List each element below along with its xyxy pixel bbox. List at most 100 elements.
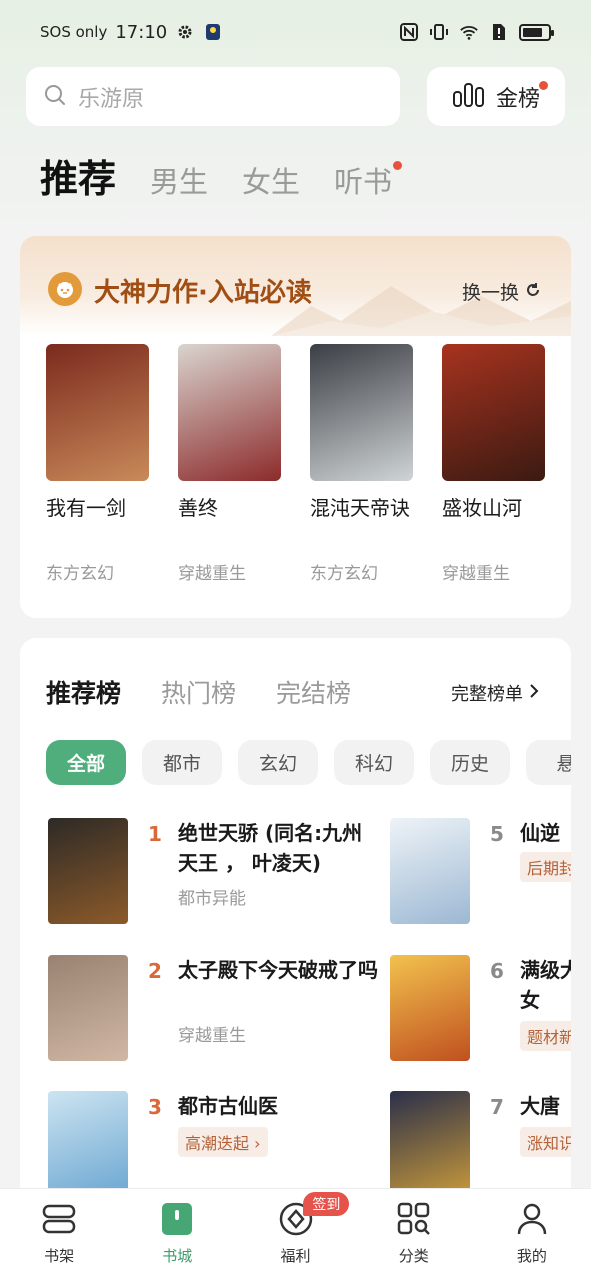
featured-title: 大神力作·入站必读 <box>94 278 312 308</box>
gold-rank-button[interactable]: 金榜 <box>427 67 565 126</box>
battery-icon <box>519 23 554 41</box>
list-item[interactable]: 2 太子殿下今天破戒了吗 穿越重生 <box>48 955 378 1065</box>
bottom-nav: 书架 书城 签到 福利 分类 我的 <box>0 1188 591 1280</box>
list-item[interactable]: 6 满级大 女 题材新 <box>390 955 571 1065</box>
featured-card: 大神力作·入站必读 换一换 我有一剑 东方玄幻 善终 穿越重生 混沌天帝诀 东方… <box>20 236 571 618</box>
chevron-right-icon: › <box>254 1134 261 1153</box>
profile-icon <box>514 1201 550 1237</box>
book-card[interactable]: 善终 穿越重生 <box>178 344 281 584</box>
book-cover[interactable] <box>48 818 128 924</box>
book-cover[interactable] <box>390 818 470 924</box>
book-cover[interactable] <box>178 344 281 481</box>
tab-recommend-rank[interactable]: 推荐榜 <box>46 674 121 710</box>
chip-all[interactable]: 全部 <box>46 740 126 785</box>
tab-recommend[interactable]: 推荐 <box>40 148 116 203</box>
chip-suspense[interactable]: 悬 <box>526 740 571 785</box>
tab-audiobook-label: 听书 <box>334 165 393 199</box>
list-item[interactable]: 1 绝世天骄 (同名:九州天王 ， 叶凌天) 都市异能 <box>48 818 378 928</box>
list-item[interactable]: 5 仙逆 后期封 <box>390 818 571 928</box>
tab-audiobook[interactable]: 听书 <box>334 159 403 201</box>
nav-bookstore[interactable]: 书城 <box>118 1189 236 1280</box>
assistant-icon <box>203 22 223 42</box>
book-cover[interactable] <box>310 344 413 481</box>
status-bar: SOS only 17:10 <box>0 0 591 64</box>
nav-welfare[interactable]: 签到 福利 <box>236 1189 354 1280</box>
nav-profile[interactable]: 我的 <box>473 1189 591 1280</box>
sim-alert-icon <box>489 22 509 42</box>
gold-rank-label: 金榜 <box>495 86 540 112</box>
book-card[interactable]: 盛妆山河 穿越重生 <box>442 344 545 584</box>
master-badge-icon <box>48 272 82 306</box>
book-title: 善终 <box>178 496 218 520</box>
book-card[interactable]: 混沌天帝诀 东方玄幻 <box>310 344 413 584</box>
rank-number: 7 <box>490 1095 504 1119</box>
chip-urban[interactable]: 都市 <box>142 740 222 785</box>
book-title: 绝世天骄 (同名:九州天王 ， 叶凌天) <box>178 821 363 875</box>
list-item[interactable]: 7 大唐 涨知识 <box>390 1091 571 1198</box>
ranking-tabs: 推荐榜 热门榜 完结榜 <box>46 674 351 710</box>
tab-female[interactable]: 女生 <box>242 159 300 201</box>
featured-header: 大神力作·入站必读 换一换 <box>20 236 571 336</box>
category-icon <box>396 1201 432 1237</box>
tag-pill[interactable]: 题材新 <box>520 1021 571 1051</box>
tag-pill[interactable]: 高潮迭起 › <box>178 1127 268 1157</box>
tab-finished-rank[interactable]: 完结榜 <box>276 674 351 710</box>
ranking-card: 推荐榜 热门榜 完结榜 完整榜单 全部 都市 玄幻 科幻 历史 悬 1 绝世天骄… <box>20 638 571 1198</box>
carrier-text: SOS only <box>40 23 108 41</box>
book-cover[interactable] <box>390 1091 470 1197</box>
category-chips: 全部 都市 玄幻 科幻 历史 悬 <box>46 740 571 785</box>
tab-male[interactable]: 男生 <box>150 159 208 201</box>
nfc-icon <box>399 22 419 42</box>
rank-number: 2 <box>148 959 162 983</box>
bookstore-icon <box>159 1201 195 1237</box>
tag-label: 涨知识 <box>527 1134 571 1153</box>
search-placeholder: 乐游原 <box>78 86 145 112</box>
swap-button[interactable]: 换一换 <box>462 278 541 305</box>
chip-fantasy[interactable]: 玄幻 <box>238 740 318 785</box>
tag-pill[interactable]: 涨知识 <box>520 1127 571 1157</box>
nav-bookshelf[interactable]: 书架 <box>0 1189 118 1280</box>
nav-label: 福利 <box>280 1247 311 1265</box>
notification-dot <box>539 81 548 90</box>
nav-label: 分类 <box>398 1247 429 1265</box>
full-list-link[interactable]: 完整榜单 <box>451 680 539 706</box>
chip-history[interactable]: 历史 <box>430 740 510 785</box>
vibrate-icon <box>429 22 449 42</box>
top-tabs: 推荐 男生 女生 听书 <box>40 148 426 203</box>
chip-scifi[interactable]: 科幻 <box>334 740 414 785</box>
book-title: 大唐 <box>520 1094 560 1118</box>
book-genre: 都市异能 <box>178 889 246 909</box>
tab-hot-rank[interactable]: 热门榜 <box>161 674 236 710</box>
book-title: 混沌天帝诀 <box>310 496 410 520</box>
rank-number: 1 <box>148 822 162 846</box>
book-cover[interactable] <box>442 344 545 481</box>
tag-label: 题材新 <box>527 1028 571 1047</box>
book-card[interactable]: 我有一剑 东方玄幻 <box>46 344 149 584</box>
tag-pill[interactable]: 后期封 <box>520 852 571 882</box>
featured-book-row: 我有一剑 东方玄幻 善终 穿越重生 混沌天帝诀 东方玄幻 盛妆山河 穿越重生 <box>46 344 545 584</box>
status-right <box>399 22 554 42</box>
nav-label: 书架 <box>44 1247 75 1265</box>
book-cover[interactable] <box>48 955 128 1061</box>
rank-number: 3 <box>148 1095 162 1119</box>
clock: 17:10 <box>115 21 168 43</box>
sign-in-badge[interactable]: 签到 <box>303 1192 350 1216</box>
bar-chart-icon <box>452 82 486 112</box>
book-title-line: 女 <box>520 988 540 1012</box>
nav-category[interactable]: 分类 <box>355 1189 473 1280</box>
book-genre: 穿越重生 <box>178 564 246 584</box>
nav-label: 书城 <box>162 1247 193 1265</box>
book-genre: 穿越重生 <box>442 564 510 584</box>
book-title-line: 满级大 <box>520 958 571 982</box>
book-cover[interactable] <box>48 1091 128 1197</box>
swap-label: 换一换 <box>461 282 519 304</box>
book-title: 仙逆 <box>520 821 560 845</box>
book-title: 满级大 女 <box>520 955 571 1015</box>
search-input[interactable]: 乐游原 <box>26 67 400 126</box>
tag-label: 后期封 <box>527 859 571 878</box>
list-item[interactable]: 3 都市古仙医 高潮迭起 › <box>48 1091 378 1198</box>
nav-label: 我的 <box>516 1247 547 1265</box>
book-cover[interactable] <box>46 344 149 481</box>
book-cover[interactable] <box>390 955 470 1061</box>
gear-icon <box>175 22 195 42</box>
